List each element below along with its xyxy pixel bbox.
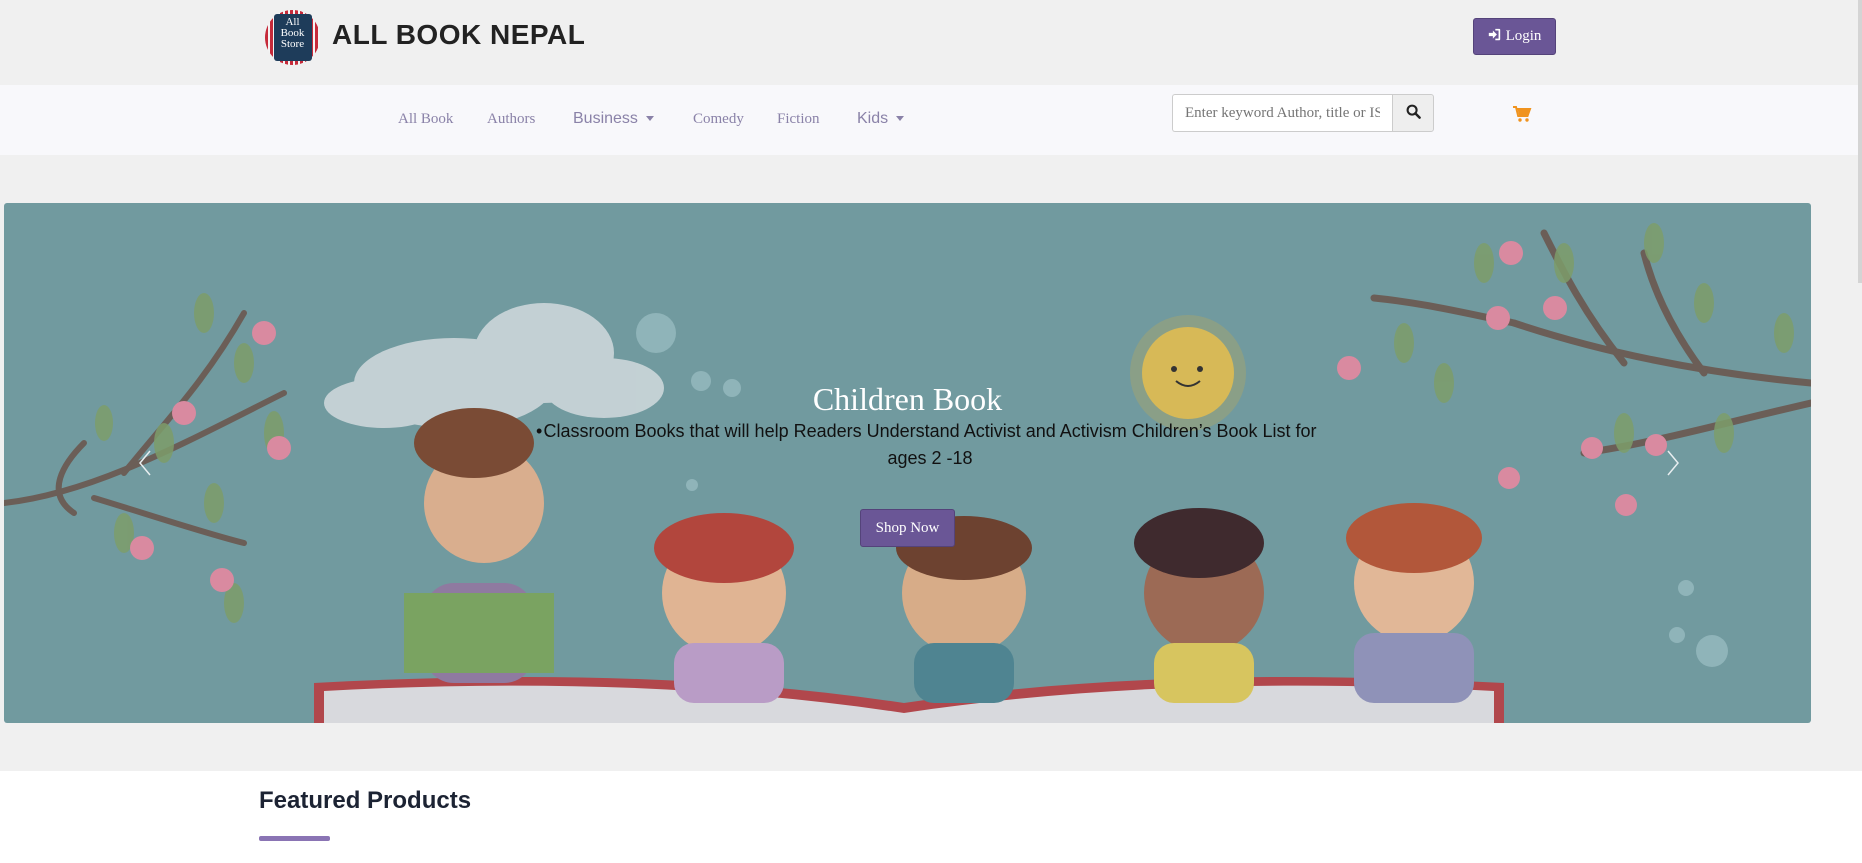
shop-now-button[interactable]: Shop Now <box>860 509 955 547</box>
hero-description: Classroom Books that will help Readers U… <box>536 418 1320 472</box>
brand-title[interactable]: ALL BOOK NEPAL <box>332 19 585 51</box>
search-icon <box>1406 104 1421 122</box>
page-scrollbar[interactable] <box>1858 0 1862 283</box>
title-underline <box>259 836 330 841</box>
nav-label: Authors <box>487 111 536 127</box>
hero-bullet: Classroom Books that will help Readers U… <box>536 418 1320 472</box>
nav-item-authors[interactable]: Authors <box>487 111 535 128</box>
nav-item-business[interactable]: Business <box>573 110 654 128</box>
nav-item-all-book[interactable]: All Book <box>398 111 453 128</box>
nav-item-kids[interactable]: Kids <box>857 110 905 128</box>
nav-label: Comedy <box>693 111 744 127</box>
chevron-right-icon <box>1667 450 1679 476</box>
top-header: All Book Store ALL BOOK NEPAL Login <box>0 0 1862 85</box>
login-button[interactable]: Login <box>1473 18 1556 55</box>
search-bar <box>1172 94 1434 132</box>
nav-label: All Book <box>398 111 454 127</box>
nav-label: Kids <box>857 110 889 127</box>
store-logo[interactable]: All Book Store <box>265 10 320 65</box>
nav-label: Fiction <box>777 111 820 127</box>
nav-item-comedy[interactable]: Comedy <box>693 111 744 128</box>
chevron-down-icon <box>645 116 654 122</box>
featured-title: Featured Products <box>259 787 472 814</box>
cart-button[interactable] <box>1512 105 1532 128</box>
sign-in-icon <box>1488 28 1501 46</box>
search-input[interactable] <box>1172 94 1392 132</box>
login-label: Login <box>1505 28 1542 44</box>
logo-text: All Book Store <box>273 14 312 61</box>
logo-line-3: Store <box>280 38 305 50</box>
search-button[interactable] <box>1392 94 1434 132</box>
cart-icon <box>1512 106 1532 127</box>
nav-label: Business <box>573 110 638 127</box>
chevron-left-icon <box>139 450 151 476</box>
main-nav: All Book Authors Business Comedy Fiction… <box>0 85 1862 155</box>
hero-carousel: Children Book Classroom Books that will … <box>4 203 1811 723</box>
hero-title: Children Book <box>812 381 1003 417</box>
chevron-down-icon <box>896 116 905 122</box>
featured-section: Featured Products <box>0 771 1862 863</box>
carousel-prev-button[interactable] <box>130 443 160 483</box>
nav-item-fiction[interactable]: Fiction <box>777 111 820 128</box>
carousel-next-button[interactable] <box>1658 443 1688 483</box>
